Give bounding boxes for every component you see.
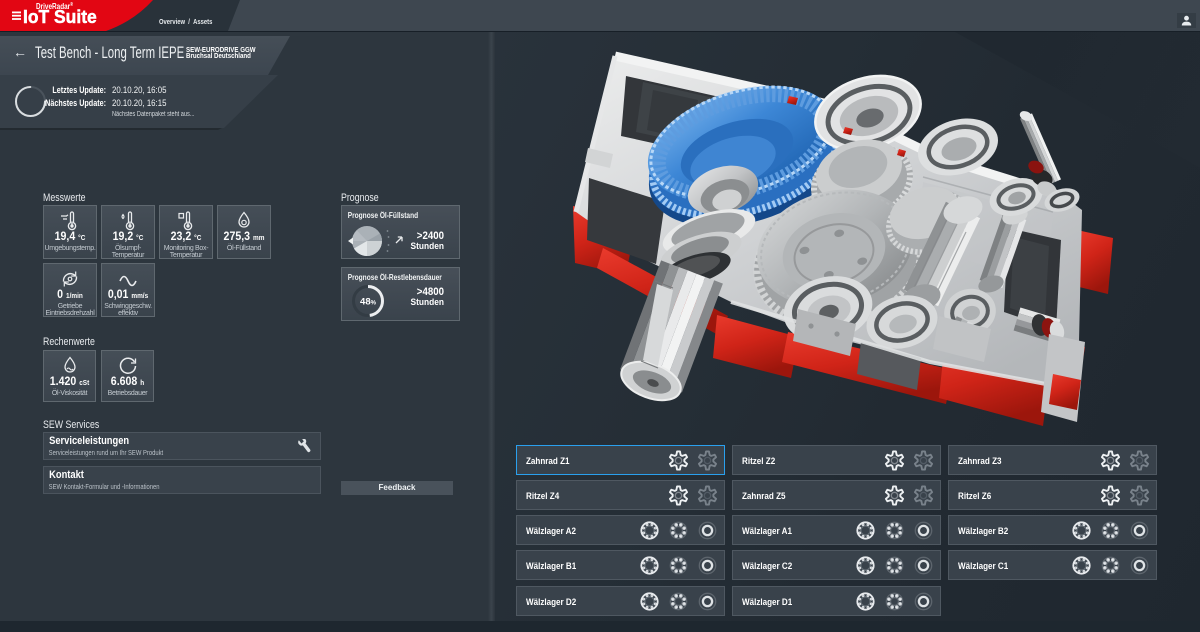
svg-text:48%: 48% bbox=[360, 297, 377, 308]
